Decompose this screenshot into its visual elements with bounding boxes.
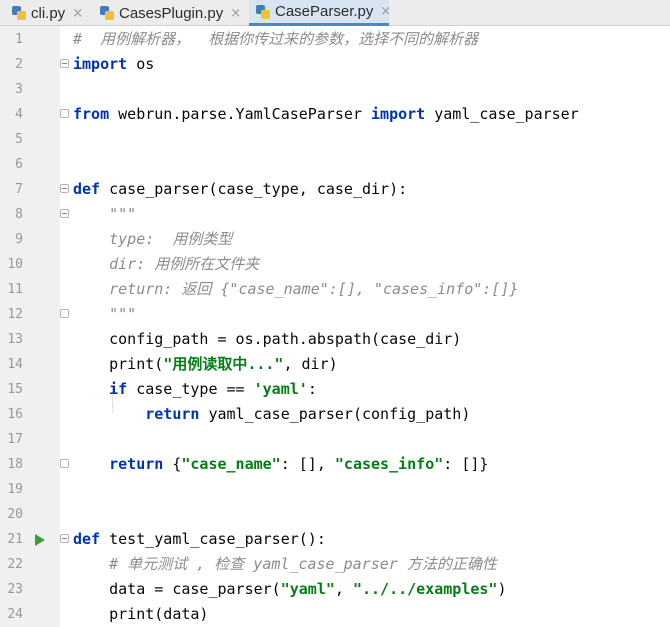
code-line[interactable]: 11 return: 返回 {"case_name":[], "cases_in… — [0, 277, 670, 302]
code-text: # 用例解析器， 根据你传过来的参数，选择不同的解析器 — [73, 30, 479, 48]
line-number: 13 — [7, 332, 23, 347]
code-line[interactable]: 23 data = case_parser("yaml", "../../exa… — [0, 577, 670, 602]
code-line[interactable]: 3 — [0, 77, 670, 102]
fold-icon[interactable] — [60, 209, 69, 218]
python-file-icon — [256, 4, 270, 19]
code-line[interactable]: 18 return {"case_name": [], "cases_info"… — [0, 452, 670, 477]
line-number: 20 — [7, 507, 23, 522]
line-number: 11 — [7, 282, 23, 297]
tab-caseparser-py[interactable]: CaseParser.py × — [249, 0, 391, 26]
editor-tab-bar: cli.py × CasesPlugin.py × CaseParser.py … — [0, 0, 670, 26]
fold-end-icon[interactable] — [60, 309, 69, 318]
code-line[interactable]: 22 # 单元测试 , 检查 yaml_case_parser 方法的正确性 — [0, 552, 670, 577]
code-text: def case_parser(case_type, case_dir): — [73, 180, 408, 198]
python-file-icon — [100, 6, 114, 20]
code-text: if case_type == 'yaml': — [109, 380, 317, 398]
code-text: return: 返回 {"case_name":[], "cases_info"… — [73, 280, 519, 298]
code-line[interactable]: 16 return yaml_case_parser(config_path) — [0, 402, 670, 427]
code-text: import os — [73, 55, 155, 73]
line-number: 22 — [7, 557, 23, 572]
tab-casesplugin-py[interactable]: CasesPlugin.py × — [100, 0, 246, 26]
code-text: return yaml_case_parser(config_path) — [145, 405, 471, 423]
code-text: from webrun.parse.YamlCaseParser import … — [73, 105, 579, 123]
code-editor[interactable]: 1 # 用例解析器， 根据你传过来的参数，选择不同的解析器 2 import os 3 4… — [0, 26, 670, 627]
code-text: """ — [73, 305, 137, 323]
code-line[interactable]: 17 — [0, 427, 670, 452]
fold-icon[interactable] — [60, 534, 69, 543]
code-line[interactable]: 21 def test_yaml_case_parser(): — [0, 527, 670, 552]
line-number: 7 — [15, 182, 23, 197]
code-text: data = case_parser("yaml", "../../exampl… — [73, 580, 507, 598]
fold-icon[interactable] — [60, 184, 69, 193]
line-number: 3 — [15, 82, 23, 97]
line-number: 6 — [15, 157, 23, 172]
code-line[interactable]: 15 if case_type == 'yaml': — [0, 377, 670, 402]
python-file-icon — [12, 6, 26, 20]
code-line[interactable]: 14 print("用例读取中...", dir) — [0, 352, 670, 377]
line-number: 10 — [7, 257, 23, 272]
code-text: print("用例读取中...", dir) — [73, 355, 338, 373]
code-line[interactable]: 20 — [0, 502, 670, 527]
code-text: # 单元测试 , 检查 yaml_case_parser 方法的正确性 — [73, 555, 497, 573]
line-number: 18 — [7, 457, 23, 472]
line-number: 5 — [15, 132, 23, 147]
code-line[interactable]: 5 — [0, 127, 670, 152]
code-line[interactable]: 1 # 用例解析器， 根据你传过来的参数，选择不同的解析器 — [0, 27, 670, 52]
line-number: 1 — [15, 32, 23, 47]
code-line[interactable]: 10 dir: 用例所在文件夹 — [0, 252, 670, 277]
code-line[interactable]: 13 config_path = os.path.abspath(case_di… — [0, 327, 670, 352]
code-line[interactable]: 7 def case_parser(case_type, case_dir): — [0, 177, 670, 202]
line-number: 4 — [15, 107, 23, 122]
code-text: def test_yaml_case_parser(): — [73, 530, 326, 548]
line-number: 2 — [15, 57, 23, 72]
tab-cli-py[interactable]: cli.py × — [12, 0, 90, 26]
code-text: dir: 用例所在文件夹 — [73, 255, 260, 273]
tab-label: CaseParser.py — [275, 3, 374, 20]
tab-label: CasesPlugin.py — [119, 4, 224, 22]
code-text: config_path = os.path.abspath(case_dir) — [73, 330, 462, 348]
code-line[interactable]: 12 """ — [0, 302, 670, 327]
line-number: 14 — [7, 357, 23, 372]
line-number: 24 — [7, 607, 23, 622]
close-icon[interactable]: × — [380, 4, 391, 19]
line-number: 19 — [7, 482, 23, 497]
line-number: 9 — [15, 232, 23, 247]
code-text: """ — [73, 205, 137, 223]
code-text: type: 用例类型 — [73, 230, 233, 248]
code-line[interactable]: 8 """ — [0, 202, 670, 227]
code-line[interactable]: 4 from webrun.parse.YamlCaseParser import… — [0, 102, 670, 127]
code-text: print(data) — [73, 605, 209, 623]
code-line[interactable]: 6 — [0, 152, 670, 177]
line-number: 21 — [7, 532, 23, 547]
line-number: 17 — [7, 432, 23, 447]
code-text: return {"case_name": [], "cases_info": [… — [109, 455, 489, 473]
run-icon[interactable] — [35, 534, 45, 546]
code-line[interactable]: 2 import os — [0, 52, 670, 77]
fold-icon[interactable] — [60, 59, 69, 68]
tab-label: cli.py — [31, 4, 66, 22]
fold-end-icon[interactable] — [60, 459, 69, 468]
line-number: 16 — [7, 407, 23, 422]
line-number: 12 — [7, 307, 23, 322]
code-line[interactable]: 24 print(data) — [0, 602, 670, 627]
line-number: 8 — [15, 207, 23, 222]
code-line[interactable]: 9 type: 用例类型 — [0, 227, 670, 252]
code-line[interactable]: 19 — [0, 477, 670, 502]
line-number: 23 — [7, 582, 23, 597]
close-icon[interactable]: × — [72, 6, 83, 21]
close-icon[interactable]: × — [230, 6, 241, 21]
line-number: 15 — [7, 382, 23, 397]
fold-end-icon[interactable] — [60, 109, 69, 118]
